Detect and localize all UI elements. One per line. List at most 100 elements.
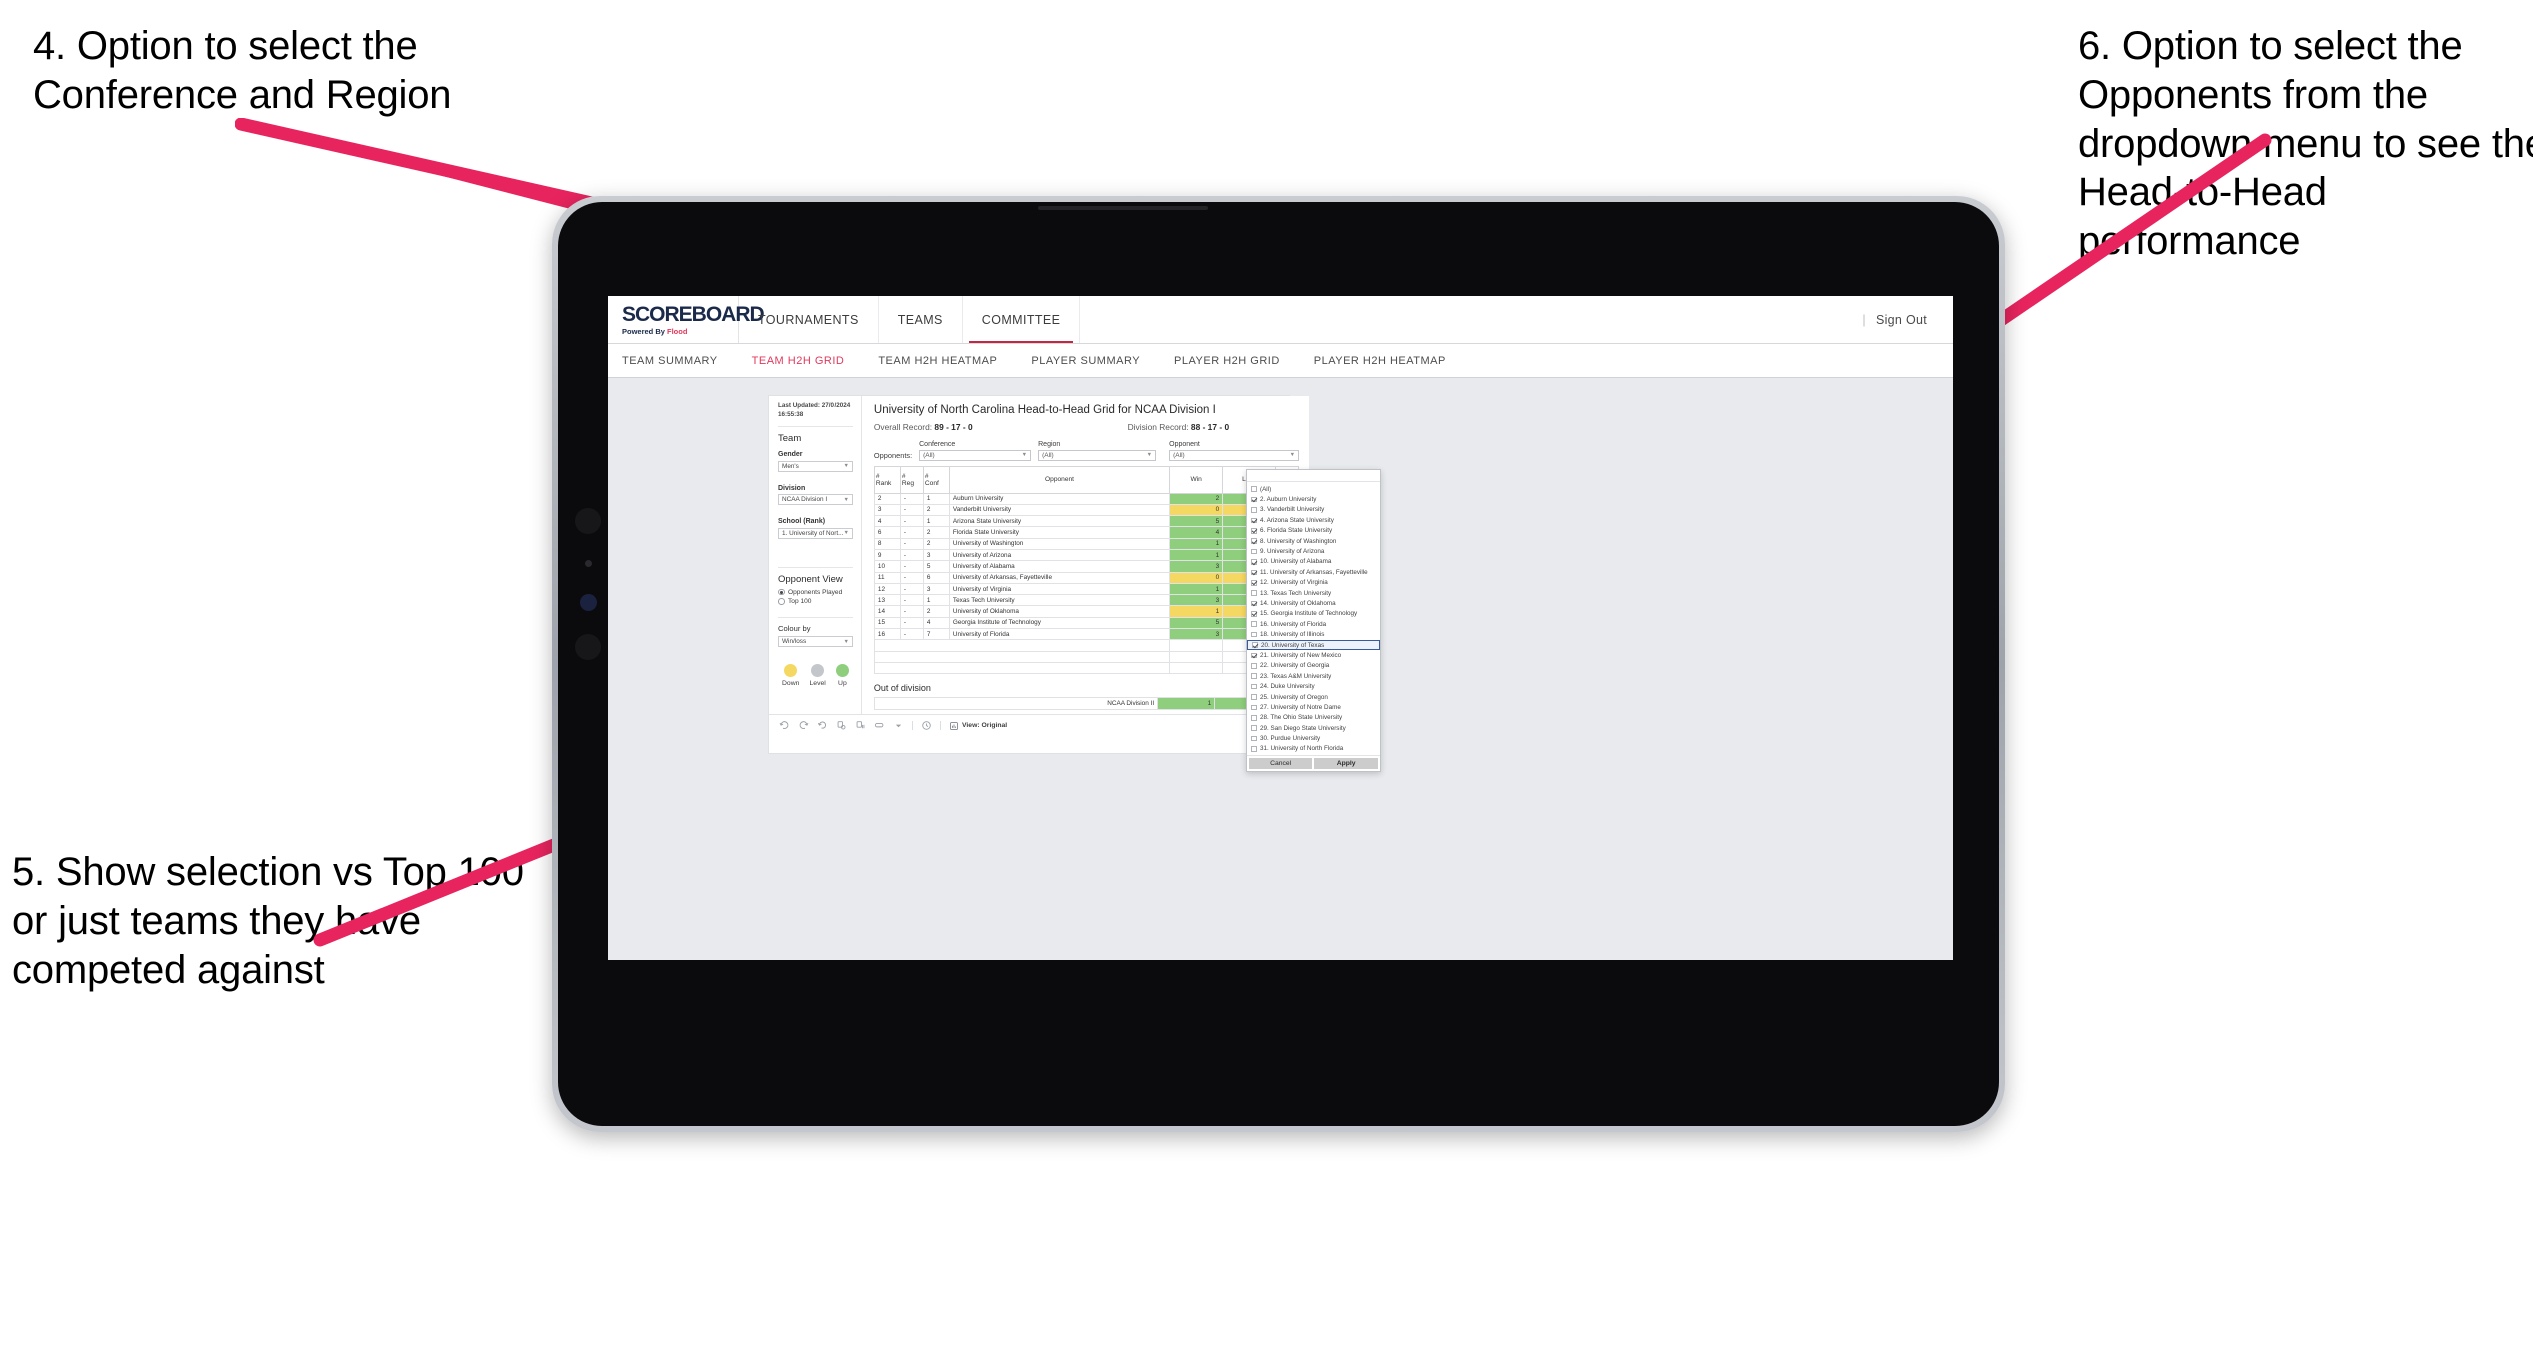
checkbox-icon[interactable] xyxy=(1250,621,1257,628)
checkbox-icon[interactable] xyxy=(1250,486,1257,492)
checkbox-checked-icon[interactable] xyxy=(1250,496,1257,503)
checkbox-icon[interactable] xyxy=(1250,746,1257,752)
subnav-player-h2h-grid[interactable]: PLAYER H2H GRID xyxy=(1174,355,1280,367)
revert-icon[interactable] xyxy=(817,720,828,731)
checkbox-checked-icon[interactable] xyxy=(1250,569,1257,576)
checkbox-checked-icon[interactable] xyxy=(1250,538,1257,544)
subnav-player-h2h-heatmap[interactable]: PLAYER H2H HEATMAP xyxy=(1314,355,1446,367)
dropdown-item[interactable]: 30. Purdue University xyxy=(1247,733,1380,743)
checkbox-checked-icon[interactable] xyxy=(1250,611,1257,617)
redo-icon[interactable] xyxy=(798,720,809,731)
checkbox-icon[interactable] xyxy=(1250,590,1257,596)
checkbox-icon[interactable] xyxy=(1250,704,1257,711)
dropdown-item[interactable]: 6. Florida State University xyxy=(1247,526,1380,536)
nav-teams[interactable]: TEAMS xyxy=(879,296,963,343)
colour-by-select[interactable]: Win/loss ▼ xyxy=(778,636,853,647)
checkbox-icon[interactable] xyxy=(1250,631,1257,638)
dropdown-item[interactable]: (All) xyxy=(1247,484,1380,494)
checkbox-checked-icon[interactable] xyxy=(1250,579,1257,586)
table-row[interactable]: 12-3University of Virginia10 xyxy=(873,582,1300,596)
table-row[interactable]: 11-6 University of Arkansas, Fayetteville… xyxy=(873,571,1300,584)
region-filter-select[interactable]: (All) ▼ xyxy=(1038,450,1157,461)
checkbox-checked-icon[interactable] xyxy=(1250,559,1257,565)
checkbox-checked-icon[interactable] xyxy=(1250,517,1257,524)
dropdown-item[interactable]: 10. University of Alabama xyxy=(1247,557,1380,567)
table-row[interactable]: 14-2University of Oklahoma12 xyxy=(873,605,1300,618)
dropdown-apply-button[interactable]: Apply xyxy=(1314,758,1378,770)
brand-logo[interactable]: SCOREBOARD Powered By Flood xyxy=(608,296,765,343)
dropdown-item[interactable]: 28. The Ohio State University xyxy=(1247,713,1380,723)
dropdown-item[interactable]: 27. University of Notre Dame xyxy=(1247,702,1380,712)
dropdown-item[interactable]: 29. San Diego State University xyxy=(1247,723,1380,733)
school-select[interactable]: 1. University of Nort... ▼ xyxy=(778,527,853,539)
radio-top-100[interactable]: Top 100 xyxy=(778,598,853,605)
dropdown-item[interactable]: 9. University of Arizona xyxy=(1247,546,1380,556)
table-row[interactable]: 8-2University of Washington10 xyxy=(873,537,1300,550)
table-row[interactable]: 10-5University of Alabama30 xyxy=(873,560,1300,573)
dropdown-item[interactable]: 15. Georgia Institute of Technology xyxy=(1247,609,1380,619)
dropdown-item[interactable]: 18. University of Illinois xyxy=(1247,629,1380,639)
dropdown-item[interactable]: 2. Auburn University xyxy=(1247,494,1380,504)
table-row[interactable]: 6-2Florida State University42 xyxy=(873,526,1300,539)
subnav-team-h2h-grid[interactable]: TEAM H2H GRID xyxy=(752,355,845,367)
checkbox-checked-icon[interactable] xyxy=(1250,600,1257,607)
checkbox-icon[interactable] xyxy=(1250,683,1257,690)
dropdown-item[interactable]: 16. University of Florida xyxy=(1247,619,1380,629)
checkbox-icon[interactable] xyxy=(1250,507,1257,513)
opponent-dropdown-search[interactable] xyxy=(1246,470,1380,482)
checkbox-checked-icon[interactable] xyxy=(1251,642,1258,648)
dropdown-item[interactable]: 12. University of Virginia xyxy=(1247,578,1380,588)
subnav-team-h2h-heatmap[interactable]: TEAM H2H HEATMAP xyxy=(878,355,997,367)
dropdown-item[interactable]: 8. University of Washington xyxy=(1247,536,1380,546)
checkbox-icon[interactable] xyxy=(1250,725,1257,731)
table-row[interactable]: 16-7University of Florida31 xyxy=(873,628,1300,641)
dropdown-item[interactable]: 13. Texas Tech University xyxy=(1247,588,1380,598)
checkbox-icon[interactable] xyxy=(1250,548,1257,555)
table-row[interactable]: 2-1Auburn University21 xyxy=(873,492,1300,505)
view-icon xyxy=(950,721,958,730)
checkbox-icon[interactable] xyxy=(1250,714,1257,721)
history-icon[interactable] xyxy=(921,720,932,731)
dropdown-item[interactable]: 20. University of Texas xyxy=(1246,639,1380,651)
dropdown-cancel-button[interactable]: Cancel xyxy=(1248,758,1313,770)
checkbox-icon[interactable] xyxy=(1250,735,1257,742)
pause-icon[interactable] xyxy=(855,720,866,731)
table-row[interactable]: 13-1Texas Tech University30 xyxy=(873,594,1300,607)
dropdown-item[interactable]: 25. University of Oregon xyxy=(1247,692,1380,702)
view-original-button[interactable]: View: Original xyxy=(949,721,1007,731)
conference-filter-select[interactable]: (All) ▼ xyxy=(919,450,1032,461)
chevron-down-icon[interactable] xyxy=(893,720,904,731)
dropdown-item[interactable]: 21. University of New Mexico xyxy=(1247,650,1380,660)
dropdown-item[interactable]: 4. Arizona State University xyxy=(1247,515,1380,525)
dropdown-item[interactable]: 11. University of Arkansas, Fayetteville xyxy=(1247,567,1380,577)
share-icon[interactable] xyxy=(874,720,885,731)
table-row[interactable]: 15-4Georgia Institute of Technology50 xyxy=(873,616,1300,630)
sign-out-link[interactable]: Sign Out xyxy=(1876,313,1927,327)
dropdown-item[interactable]: 24. Duke University xyxy=(1247,681,1380,691)
checkbox-icon[interactable] xyxy=(1250,694,1257,700)
refresh-icon[interactable] xyxy=(836,720,847,731)
subnav-player-summary[interactable]: PLAYER SUMMARY xyxy=(1031,355,1140,367)
subnav-team-summary[interactable]: TEAM SUMMARY xyxy=(622,355,718,367)
checkbox-checked-icon[interactable] xyxy=(1250,527,1257,534)
nav-committee[interactable]: COMMITTEE xyxy=(963,296,1081,343)
checkbox-icon[interactable] xyxy=(1250,673,1257,680)
opponent-filter-select[interactable]: (All) ▼ xyxy=(1169,450,1300,461)
table-row[interactable]: 4-1Arizona State University51 xyxy=(873,515,1300,528)
dropdown-item[interactable]: 23. Texas A&M University xyxy=(1247,671,1380,681)
dropdown-item[interactable]: 14. University of Oklahoma xyxy=(1247,598,1380,608)
gender-select[interactable]: Men's ▼ xyxy=(778,460,853,472)
dropdown-item[interactable]: 3. Vanderbilt University xyxy=(1247,505,1380,515)
radio-opponents-played[interactable]: Opponents Played xyxy=(778,589,853,596)
opponent-dropdown-list[interactable]: (All) 2. Auburn University 3. Vanderbilt U… xyxy=(1246,482,1380,755)
division-select[interactable]: NCAA Division I ▼ xyxy=(778,494,853,505)
checkbox-checked-icon[interactable] xyxy=(1250,652,1257,659)
dropdown-item[interactable]: 31. University of North Florida xyxy=(1247,744,1380,754)
checkbox-icon[interactable] xyxy=(1250,663,1257,669)
opponent-dropdown-menu[interactable]: (All) 2. Auburn University 3. Vanderbilt U… xyxy=(1245,469,1381,773)
undo-icon[interactable] xyxy=(779,720,790,731)
dropdown-item[interactable]: 22. University of Georgia xyxy=(1247,661,1380,671)
nav-tournaments[interactable]: TOURNAMENTS xyxy=(739,296,879,343)
table-row[interactable]: 9-3University of Arizona10 xyxy=(873,548,1300,562)
table-row[interactable]: 3-2Vanderbilt University04 xyxy=(873,503,1300,517)
